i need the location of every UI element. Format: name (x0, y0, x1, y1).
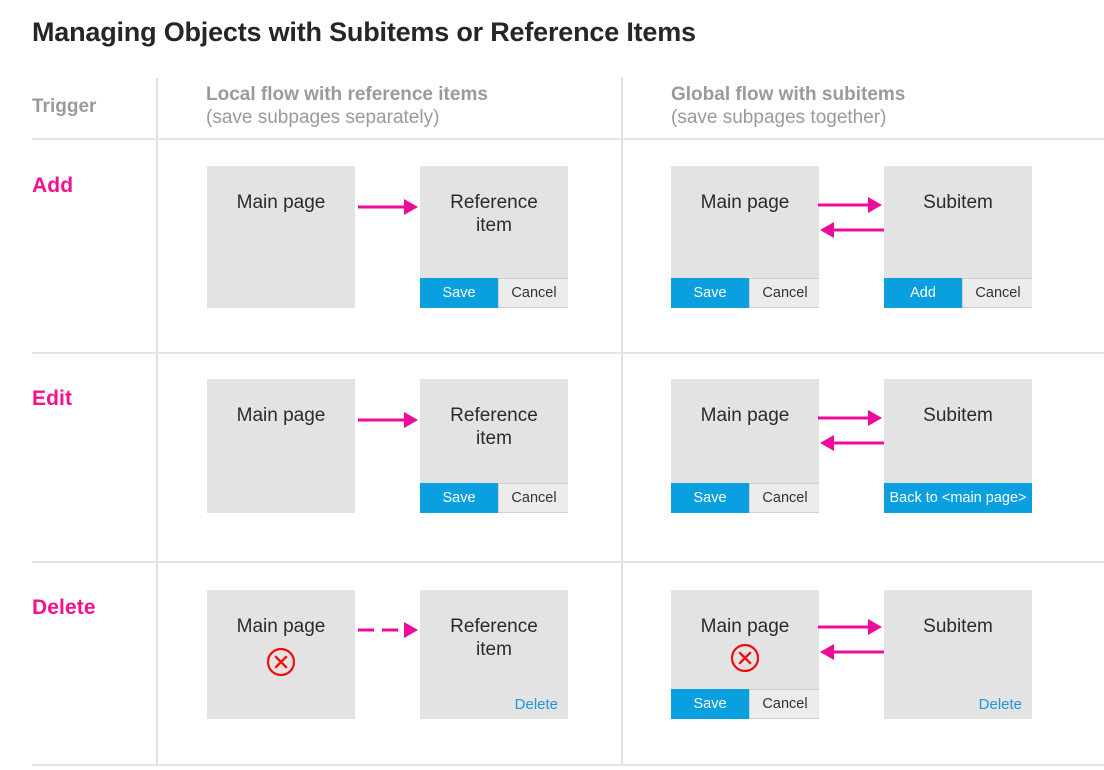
card-title-line2: item (476, 638, 512, 660)
arrow-right-solid (358, 196, 420, 218)
arrow-bidirectional-solid (818, 407, 884, 453)
card-title: Main page (236, 405, 326, 426)
card-title: Main page (236, 616, 326, 637)
arrow-right-dashed (358, 619, 420, 641)
delete-circle-x-icon (266, 647, 296, 677)
column-header-global-title: Global flow with subitems (671, 84, 906, 105)
card-reference-item[interactable]: Reference item Save Cancel (420, 166, 568, 308)
card-title: Subitem (923, 405, 993, 426)
row-label-edit: Edit (32, 387, 73, 410)
card-main-page[interactable]: Main page Save Cancel (671, 166, 819, 308)
card-subitem[interactable]: Subitem Delete (884, 590, 1032, 719)
card-title-line1: Reference (450, 616, 538, 637)
card-main-page[interactable]: Main page (207, 166, 355, 308)
arrow-bidirectional-solid (818, 616, 884, 662)
card-title: Reference item (420, 192, 568, 238)
column-header-local: Local flow with reference items (save su… (206, 83, 488, 129)
card-title-line1: Reference (450, 192, 538, 213)
save-button[interactable]: Save (671, 278, 749, 308)
delete-circle-x-icon (730, 643, 760, 673)
card-button-bar: Save Cancel (420, 483, 568, 513)
row-label-delete: Delete (32, 596, 96, 619)
back-to-main-page-button[interactable]: Back to <main page> (884, 483, 1032, 513)
card-subitem[interactable]: Subitem Add Cancel (884, 166, 1032, 308)
card-title: Main page (700, 405, 790, 426)
card-button-bar: Add Cancel (884, 278, 1032, 308)
card-title-line2: item (476, 427, 512, 449)
add-button[interactable]: Add (884, 278, 962, 308)
cancel-button[interactable]: Cancel (498, 483, 568, 513)
row-divider-1 (32, 352, 1104, 354)
card-button-bar: Save Cancel (671, 689, 819, 719)
column-header-local-title: Local flow with reference items (206, 84, 488, 105)
save-button[interactable]: Save (420, 278, 498, 308)
card-button-bar: Save Cancel (420, 278, 568, 308)
card-main-page[interactable]: Main page (207, 590, 355, 719)
card-title: Main page (236, 192, 326, 213)
column-header-local-subtitle: (save subpages separately) (206, 107, 440, 129)
card-main-page[interactable]: Main page (207, 379, 355, 513)
card-title-line2: item (476, 214, 512, 236)
card-reference-item[interactable]: Reference item Save Cancel (420, 379, 568, 513)
cancel-button[interactable]: Cancel (749, 483, 819, 513)
delete-link[interactable]: Delete (979, 696, 1022, 713)
column-header-global-subtitle: (save subpages together) (671, 107, 887, 129)
save-button[interactable]: Save (420, 483, 498, 513)
table-bottom-divider (32, 764, 1104, 766)
save-button[interactable]: Save (671, 689, 749, 719)
card-button-bar: Back to <main page> (884, 483, 1032, 513)
card-button-bar: Save Cancel (671, 483, 819, 513)
column-divider-1 (156, 78, 158, 766)
arrow-right-solid (358, 409, 420, 431)
page-title: Managing Objects with Subitems or Refere… (32, 17, 696, 47)
card-reference-item[interactable]: Reference item Delete (420, 590, 568, 719)
header-divider (32, 138, 1104, 140)
cancel-button[interactable]: Cancel (962, 278, 1032, 308)
card-button-bar: Save Cancel (671, 278, 819, 308)
cancel-button[interactable]: Cancel (749, 278, 819, 308)
card-title: Subitem (923, 616, 993, 637)
card-title: Main page (700, 616, 790, 637)
save-button[interactable]: Save (671, 483, 749, 513)
card-title-line1: Reference (450, 405, 538, 426)
card-title: Reference item (420, 616, 568, 662)
card-main-page[interactable]: Main page Save Cancel (671, 590, 819, 719)
card-title: Main page (700, 192, 790, 213)
diagram-page: Managing Objects with Subitems or Refere… (0, 0, 1104, 770)
cancel-button[interactable]: Cancel (498, 278, 568, 308)
card-title: Subitem (923, 192, 993, 213)
delete-link[interactable]: Delete (515, 696, 558, 713)
row-label-add: Add (32, 174, 74, 197)
column-divider-2 (621, 78, 623, 766)
cancel-button[interactable]: Cancel (749, 689, 819, 719)
column-header-global: Global flow with subitems (save subpages… (671, 83, 905, 129)
card-title: Reference item (420, 405, 568, 451)
arrow-bidirectional-solid (818, 194, 884, 240)
column-header-trigger: Trigger (32, 96, 97, 117)
row-divider-2 (32, 561, 1104, 563)
card-main-page[interactable]: Main page Save Cancel (671, 379, 819, 513)
card-subitem[interactable]: Subitem Back to <main page> (884, 379, 1032, 513)
